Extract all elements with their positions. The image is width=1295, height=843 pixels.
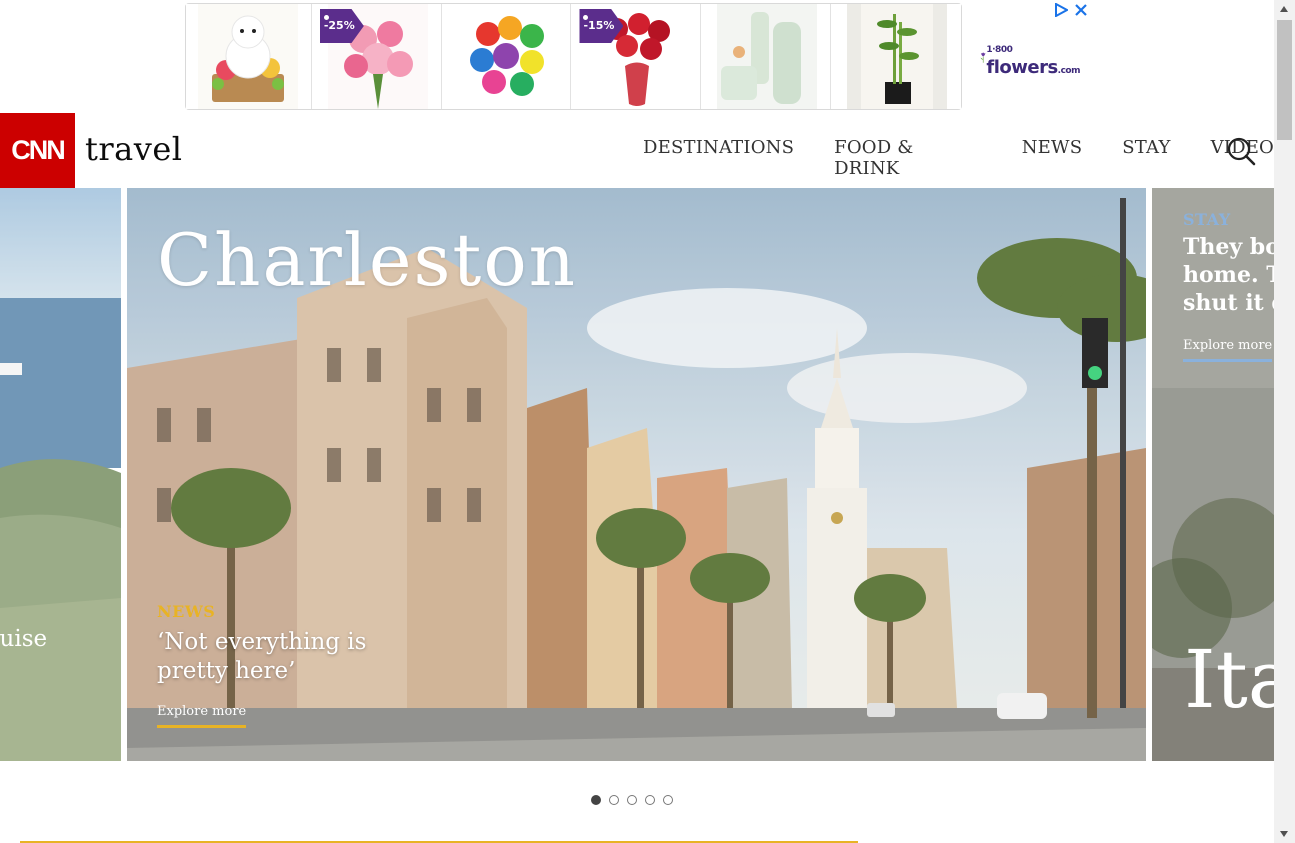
adchoices-play-icon[interactable] (1054, 3, 1068, 17)
explore-more-link[interactable]: Explore more (157, 704, 247, 728)
ad-brand-logo[interactable]: 1·800 flowers.com (980, 34, 1081, 80)
pipette-products-image (717, 4, 818, 109)
nav-food-drink[interactable]: FOOD & DRINK (834, 137, 982, 179)
cnn-logo-text: CNN (11, 135, 65, 165)
pagination-dot-4[interactable] (645, 795, 655, 805)
ad-choices[interactable] (1054, 3, 1088, 17)
ad-brand-text: 1·800 flowers.com (986, 45, 1080, 78)
pagination-dot-2[interactable] (609, 795, 619, 805)
slide-title: st’ cruise s (0, 626, 48, 652)
nav-stay[interactable]: STAY (1122, 137, 1170, 179)
pagination-dot-3[interactable] (627, 795, 637, 805)
ad-tile-red-roses[interactable]: -15% (575, 4, 702, 109)
cnn-logo[interactable]: CNN (0, 113, 75, 188)
pagination-dot-5[interactable] (663, 795, 673, 805)
puppy-arrangement-image (198, 4, 298, 109)
site-header: CNN travel DESTINATIONS FOOD & DRINK NEW… (0, 113, 1274, 188)
close-icon[interactable] (1074, 3, 1088, 17)
scroll-up-arrow-icon[interactable] (1280, 6, 1288, 12)
slide-kicker: STAY (1183, 210, 1231, 229)
slide-title[interactable]: ‘Not everything is pretty here’ (157, 628, 366, 686)
ad-tile-pipette-products[interactable] (705, 4, 832, 109)
ad-tile-rainbow-roses[interactable] (445, 4, 572, 109)
ad-tile-puppy-arrangement[interactable] (186, 4, 312, 109)
pagination-dot-1[interactable] (591, 795, 601, 805)
ad-banner[interactable]: -25% -15% (185, 3, 962, 110)
explore-more-link[interactable]: Explore more (1183, 338, 1273, 362)
ad-tile-bamboo-plant[interactable] (835, 4, 961, 109)
slide-headline: Ita (1184, 633, 1274, 726)
slide-headline: Charleston (157, 218, 578, 302)
rainbow-roses-image (457, 4, 558, 109)
section-name[interactable]: travel (85, 130, 182, 168)
bamboo-plant-image (847, 4, 948, 109)
carousel-slide-next[interactable]: STAY They bou home. Th shut it d Explore… (1152, 188, 1274, 761)
hero-carousel[interactable]: st’ cruise s (0, 188, 1274, 761)
scrollbar-thumb[interactable] (1277, 20, 1292, 140)
ad-tile-pink-lilies[interactable]: -25% (315, 4, 442, 109)
nav-destinations[interactable]: DESTINATIONS (643, 137, 794, 179)
page-scrollbar[interactable] (1274, 0, 1295, 843)
scroll-down-arrow-icon[interactable] (1280, 831, 1288, 837)
carousel-slide-active[interactable]: Charleston NEWS ‘Not everything is prett… (127, 188, 1146, 761)
main-nav: DESTINATIONS FOOD & DRINK NEWS STAY VIDE… (643, 137, 1274, 179)
carousel-pagination (591, 795, 673, 805)
search-icon[interactable] (1226, 136, 1256, 166)
slide-title: They bou home. Th shut it d (1183, 234, 1274, 316)
slide-kicker: NEWS (157, 602, 216, 621)
nav-news[interactable]: NEWS (1022, 137, 1083, 179)
carousel-slide-previous[interactable]: st’ cruise s (0, 188, 121, 761)
